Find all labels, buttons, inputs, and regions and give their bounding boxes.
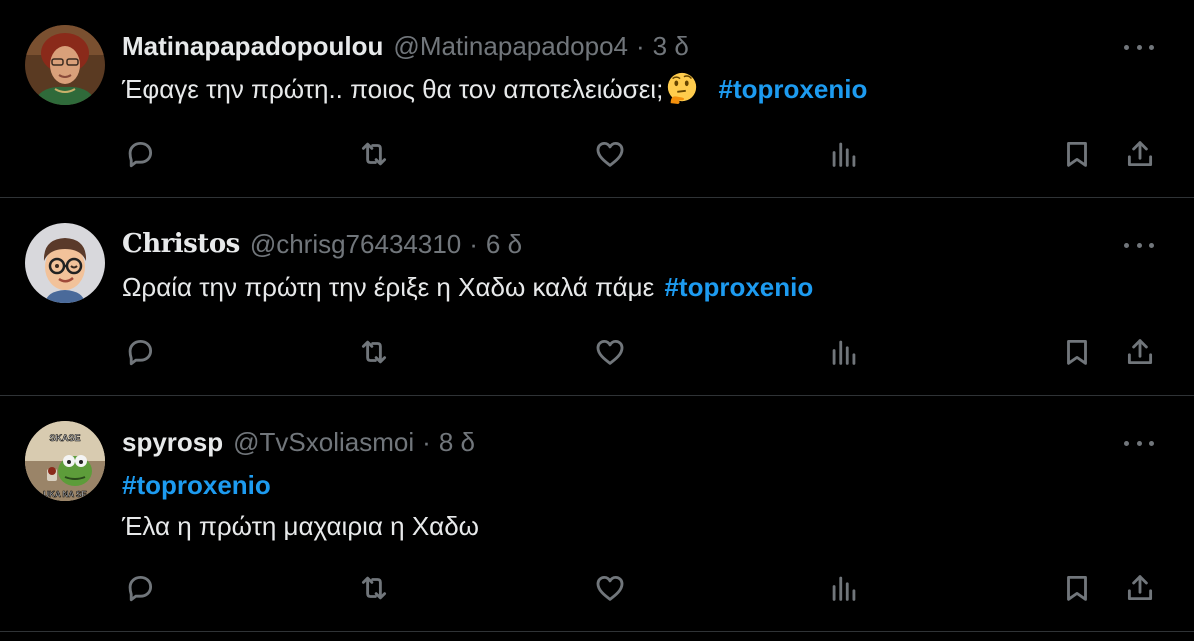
user-handle[interactable]: @chrisg76434310 [250, 229, 461, 260]
display-name[interactable]: Matinapapadopoulou [122, 31, 383, 62]
views-icon[interactable] [824, 134, 864, 174]
views-icon[interactable] [824, 332, 864, 372]
tweet-header: Christos @chrisg76434310 · 6 δ [122, 228, 522, 260]
tweet-text-content: Έλα η πρώτη μαχαιρια η Χαδω [122, 511, 479, 541]
retweet-icon[interactable] [354, 134, 394, 174]
bookmark-icon[interactable] [1057, 134, 1097, 174]
like-icon[interactable] [590, 134, 630, 174]
separator-dot: · [636, 30, 645, 61]
hashtag-link[interactable]: #toproxenio [122, 466, 479, 505]
retweet-icon[interactable] [354, 568, 394, 608]
tweet-text-content: Έφαγε την πρώτη.. ποιος θα τον αποτελειώ… [122, 74, 664, 104]
action-bar [0, 134, 1194, 174]
avatar[interactable] [25, 223, 105, 303]
reply-icon[interactable] [120, 332, 160, 372]
thinking-face-icon [668, 72, 697, 105]
share-icon[interactable] [1120, 134, 1160, 174]
like-icon[interactable] [590, 568, 630, 608]
tweet-text-content: Ωραία την πρώτη την έριξε η Χαδω καλά πά… [122, 272, 655, 302]
display-name[interactable]: Christos [122, 229, 240, 259]
tweet[interactable]: SKASE UKA NA SE spyrosp @TvSxoliasmoi · … [0, 396, 1194, 632]
tweet-header: Matinapapadopoulou @Matinapapadopo4 · 3 … [122, 30, 689, 62]
more-options-icon[interactable] [1124, 240, 1154, 250]
avatar[interactable]: SKASE UKA NA SE [25, 421, 105, 501]
more-options-icon[interactable] [1124, 438, 1154, 448]
separator-dot: · [469, 228, 478, 259]
separator-dot: · [422, 426, 431, 457]
views-icon[interactable] [824, 568, 864, 608]
tweet-text: Έφαγε την πρώτη.. ποιος θα τον αποτελειώ… [122, 70, 867, 109]
timestamp[interactable]: 8 δ [439, 427, 475, 458]
display-name[interactable]: spyrosp [122, 427, 223, 458]
tweet[interactable]: Christos @chrisg76434310 · 6 δ Ωραία την… [0, 198, 1194, 396]
action-bar [0, 332, 1194, 372]
share-icon[interactable] [1120, 568, 1160, 608]
user-handle[interactable]: @TvSxoliasmoi [233, 427, 414, 458]
timeline-feed: Matinapapadopoulou @Matinapapadopo4 · 3 … [0, 0, 1194, 641]
hashtag-link[interactable]: #toproxenio [719, 74, 868, 104]
timestamp[interactable]: 3 δ [653, 31, 689, 62]
tweet-text: #toproxenio Έλα η πρώτη μαχαιρια η Χαδω [122, 466, 479, 546]
avatar-kermit-meme: SKASE UKA NA SE [25, 421, 105, 501]
share-icon[interactable] [1120, 332, 1160, 372]
hashtag-link[interactable]: #toproxenio [664, 272, 813, 302]
bookmark-icon[interactable] [1057, 332, 1097, 372]
user-handle[interactable]: @Matinapapadopo4 [393, 31, 628, 62]
reply-icon[interactable] [120, 134, 160, 174]
tweet[interactable]: Matinapapadopoulou @Matinapapadopo4 · 3 … [0, 0, 1194, 198]
avatar[interactable] [25, 25, 105, 105]
action-bar [0, 568, 1194, 608]
timestamp[interactable]: 6 δ [486, 229, 522, 260]
like-icon[interactable] [590, 332, 630, 372]
avatar-caption-top: SKASE [49, 433, 80, 443]
retweet-icon[interactable] [354, 332, 394, 372]
avatar-photo-woman [25, 25, 105, 105]
bookmark-icon[interactable] [1057, 568, 1097, 608]
tweet-header: spyrosp @TvSxoliasmoi · 8 δ [122, 426, 475, 458]
reply-icon[interactable] [120, 568, 160, 608]
more-options-icon[interactable] [1124, 42, 1154, 52]
avatar-memoji-man [25, 223, 105, 303]
avatar-caption-bottom: UKA NA SE [43, 490, 87, 499]
tweet-text: Ωραία την πρώτη την έριξε η Χαδω καλά πά… [122, 268, 813, 307]
